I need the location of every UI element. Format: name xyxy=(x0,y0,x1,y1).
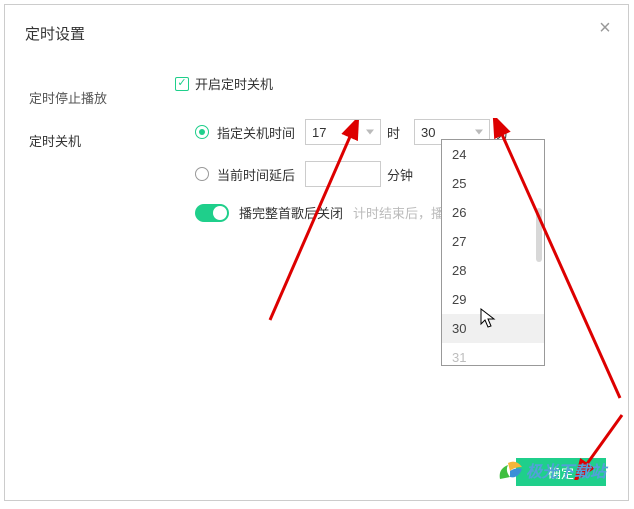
dialog-header: 定时设置 × xyxy=(5,5,628,56)
dropdown-item[interactable]: 29 xyxy=(442,285,544,314)
dropdown-item[interactable]: 26 xyxy=(442,198,544,227)
hour-value: 17 xyxy=(312,125,326,140)
sidebar-item-label: 定时关机 xyxy=(29,134,81,149)
hour-select[interactable]: 17 xyxy=(305,119,381,145)
dialog-title: 定时设置 xyxy=(25,26,85,43)
finish-song-toggle[interactable] xyxy=(195,204,229,222)
radio-delay-time[interactable] xyxy=(195,167,209,181)
close-button[interactable]: × xyxy=(596,19,614,37)
delay-unit: 分钟 xyxy=(387,165,413,184)
dialog-window: 定时设置 × 定时停止播放 定时关机 开启定时关机 指定关机时间 17 xyxy=(4,4,629,501)
dropdown-item[interactable]: 25 xyxy=(442,169,544,198)
chevron-down-icon xyxy=(475,130,483,135)
confirm-button[interactable]: 确定 xyxy=(516,458,606,486)
checkbox-icon xyxy=(175,77,189,91)
hint-text: 计时结束后，播 xyxy=(353,203,444,222)
delay-input[interactable] xyxy=(305,161,381,187)
close-icon: × xyxy=(599,17,611,39)
minute-value: 30 xyxy=(421,125,435,140)
dropdown-item[interactable]: 31 xyxy=(442,343,544,365)
chevron-down-icon xyxy=(366,130,374,135)
minute-dropdown: 24 25 26 27 28 29 30 31 xyxy=(441,139,545,366)
dropdown-scrollbar[interactable] xyxy=(536,144,542,361)
specify-time-label: 指定关机时间 xyxy=(217,123,295,142)
dropdown-item[interactable]: 24 xyxy=(442,140,544,169)
dropdown-item[interactable]: 27 xyxy=(442,227,544,256)
main-panel: 开启定时关机 指定关机时间 17 时 30 分 当前时间延后 xyxy=(155,56,628,222)
delay-time-label: 当前时间延后 xyxy=(217,165,295,184)
sidebar-item-label: 定时停止播放 xyxy=(29,91,107,106)
sidebar: 定时停止播放 定时关机 xyxy=(5,56,155,222)
finish-song-label: 播完整首歌后关闭 xyxy=(239,203,343,222)
sidebar-item-stop-playback[interactable]: 定时停止播放 xyxy=(5,76,155,119)
enable-shutdown-row[interactable]: 开启定时关机 xyxy=(175,74,608,93)
hour-unit: 时 xyxy=(387,123,400,142)
dropdown-item[interactable]: 28 xyxy=(442,256,544,285)
sidebar-item-shutdown[interactable]: 定时关机 xyxy=(5,119,155,162)
enable-shutdown-label: 开启定时关机 xyxy=(195,74,273,93)
dropdown-item[interactable]: 30 xyxy=(442,314,544,343)
scrollbar-thumb[interactable] xyxy=(536,208,542,262)
radio-specify-time[interactable] xyxy=(195,125,209,139)
